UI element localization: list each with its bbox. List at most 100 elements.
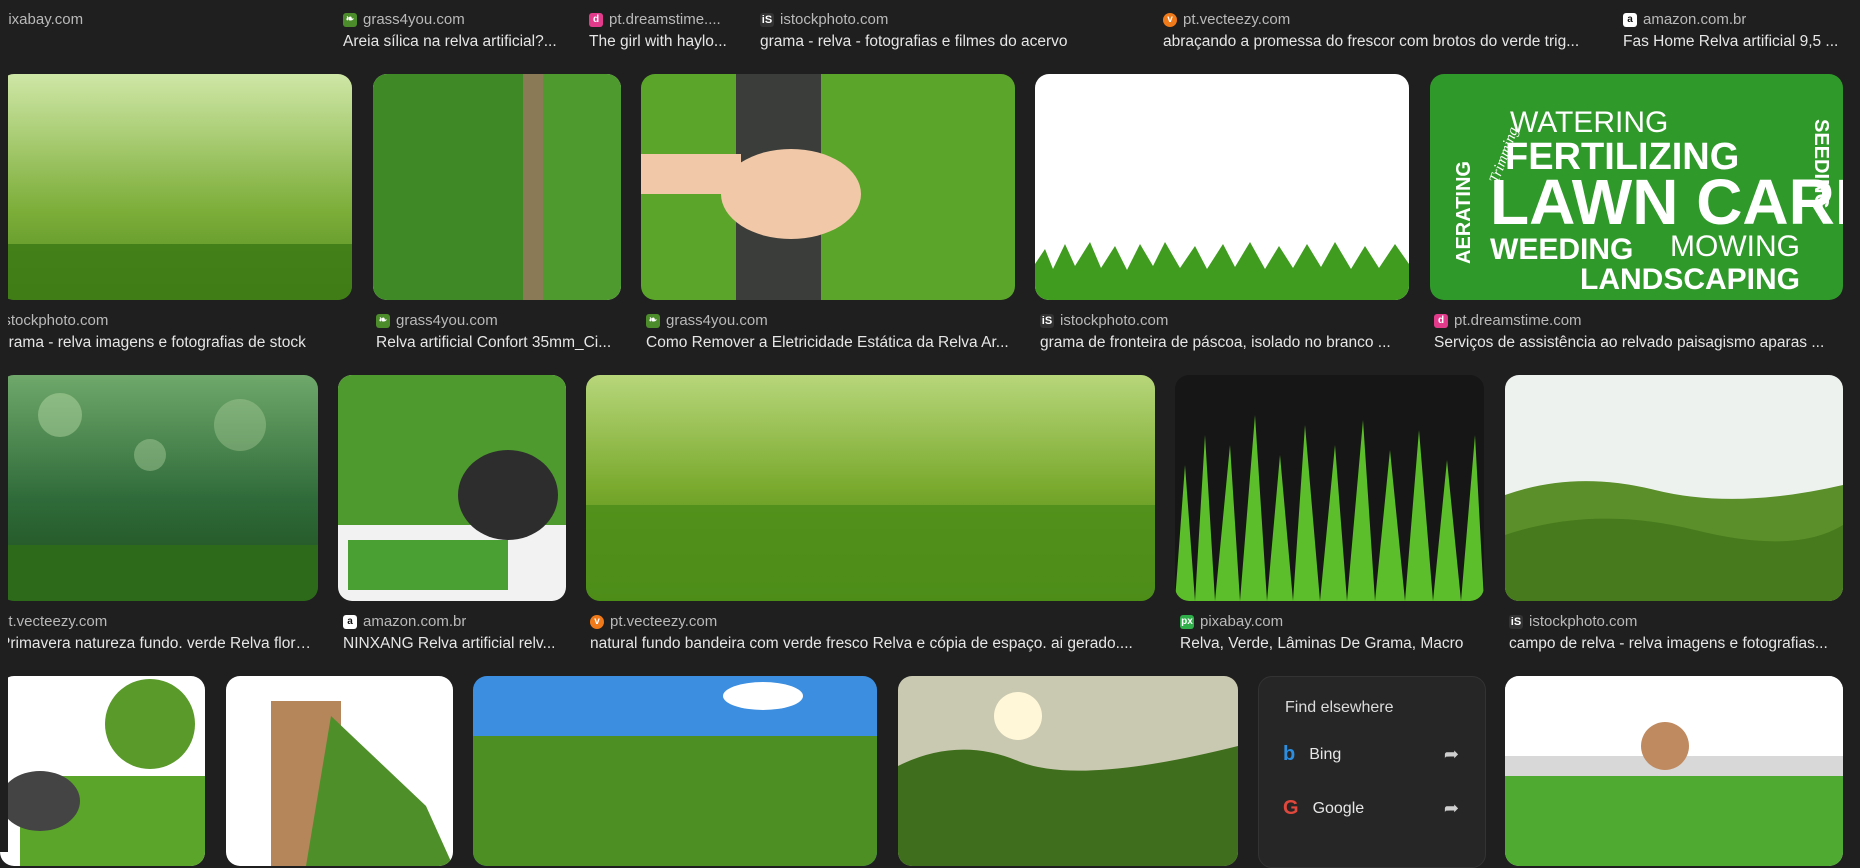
result-title-0-3[interactable]: grama - relva - fotografias e filmes do …	[760, 33, 1090, 51]
result-source-2-3[interactable]: px pixabay.com	[1180, 613, 1283, 630]
result-image-3-4[interactable]	[1505, 676, 1843, 866]
result-source-1-4[interactable]: d pt.dreamstime.com	[1434, 312, 1582, 329]
sod-roll-photo	[226, 676, 453, 866]
result-image-1-1[interactable]	[373, 74, 621, 300]
result-title-1-3[interactable]: grama de fronteira de páscoa, isolado no…	[1040, 334, 1410, 352]
result-title-1-4[interactable]: Serviços de assistência ao relvado paisa…	[1434, 334, 1846, 352]
source-label: amazon.com.br	[363, 613, 467, 630]
result-source-0-5[interactable]: a amazon.com.br	[1623, 11, 1746, 28]
grass-border-white-photo	[1035, 74, 1409, 300]
result-source-2-4[interactable]: iS istockphoto.com	[1509, 613, 1637, 630]
pixabay-icon: px	[1180, 614, 1194, 629]
result-title-2-1[interactable]: NINXANG Relva artificial relv...	[343, 635, 565, 653]
sunset-hills-photo	[898, 676, 1238, 866]
google-icon: G	[1283, 797, 1299, 819]
result-source-2-1[interactable]: a amazon.com.br	[343, 613, 466, 630]
result-image-2-0[interactable]	[0, 375, 318, 601]
result-image-1-3[interactable]	[1035, 74, 1409, 300]
spring-bokeh-grass-photo	[0, 375, 318, 601]
source-label: pixabay.com	[1200, 613, 1284, 630]
source-label: istockphoto.com	[780, 11, 889, 28]
result-source-0-2[interactable]: d pt.dreamstime....	[589, 11, 721, 28]
blurry-grass-photo	[0, 74, 352, 300]
result-title-2-0[interactable]: Primavera natureza fundo. verde Relva fl…	[0, 635, 316, 653]
source-label: pt.dreamstime.com	[1454, 312, 1582, 329]
ninxang-turf-roll-photo	[338, 375, 566, 601]
word-lawn-care: LAWN CARE	[1490, 166, 1843, 238]
word-aerating: AERATING	[1453, 161, 1475, 264]
find-elsewhere-title: Find elsewhere	[1285, 699, 1394, 716]
word-mowing: MOWING	[1670, 230, 1800, 263]
result-source-1-2[interactable]: ❧ grass4you.com	[646, 312, 768, 329]
source-label: pt.vecteezy.com	[1183, 11, 1291, 28]
result-image-1-4[interactable]: WATERING FERTILIZING LAWN CARE WEEDING M…	[1430, 74, 1843, 300]
source-label: istockphoto.com	[0, 312, 109, 329]
result-title-2-3[interactable]: Relva, Verde, Lâminas De Grama, Macro	[1180, 635, 1485, 653]
istock-icon: iS	[1509, 614, 1523, 629]
result-source-1-0[interactable]: istockphoto.com	[0, 312, 108, 329]
result-image-2-3[interactable]	[1175, 375, 1484, 601]
lawn-care-words-photo: WATERING FERTILIZING LAWN CARE WEEDING M…	[1430, 74, 1843, 300]
grass-blue-sky-photo	[473, 676, 877, 866]
green-hills-photo	[1505, 375, 1843, 601]
amazon-icon: a	[1623, 12, 1637, 27]
grass4you-icon: ❧	[343, 12, 357, 27]
source-label: grass4you.com	[396, 312, 498, 329]
result-image-2-1[interactable]	[338, 375, 566, 601]
result-image-3-3[interactable]	[898, 676, 1238, 866]
bing-icon: b	[1283, 743, 1296, 765]
word-seeding: SEEDING	[1810, 119, 1832, 209]
word-landscaping: LANDSCAPING	[1580, 263, 1800, 296]
result-image-3-1[interactable]	[226, 676, 453, 866]
left-edge	[0, 0, 8, 852]
result-image-2-4[interactable]	[1505, 375, 1843, 601]
result-image-2-2[interactable]	[586, 375, 1155, 601]
hand-rolling-turf-photo	[641, 74, 1015, 300]
source-label: grass4you.com	[666, 312, 768, 329]
result-image-1-0[interactable]	[0, 74, 352, 300]
source-label: pixabay.com	[0, 11, 84, 28]
result-image-3-2[interactable]	[473, 676, 877, 866]
dreamstime-icon: d	[1434, 313, 1448, 328]
result-title-2-2[interactable]: natural fundo bandeira com verde fresco …	[590, 635, 1154, 653]
source-label: grass4you.com	[363, 11, 465, 28]
result-title-1-0[interactable]: grama - relva imagens e fotografias de s…	[0, 334, 350, 352]
result-title-0-5[interactable]: Fas Home Relva artificial 9,5 ...	[1623, 33, 1843, 51]
word-watering: WATERING	[1510, 106, 1668, 139]
find-elsewhere-panel: Find elsewhere b Bing ➦ G Google ➦	[1258, 676, 1486, 868]
grass4you-icon: ❧	[376, 313, 390, 328]
word-weeding: WEEDING	[1490, 233, 1633, 266]
result-source-2-2[interactable]: v pt.vecteezy.com	[590, 613, 717, 630]
result-source-0-0[interactable]: pixabay.com	[0, 11, 83, 28]
result-title-0-4[interactable]: abraçando a promessa do frescor com brot…	[1163, 33, 1598, 51]
find-in-bing[interactable]: b Bing ➦	[1283, 743, 1459, 766]
vecteezy-icon: v	[1163, 12, 1177, 27]
result-source-1-1[interactable]: ❧ grass4you.com	[376, 312, 498, 329]
source-label: istockphoto.com	[1529, 613, 1638, 630]
dreamstime-icon: d	[589, 12, 603, 27]
result-title-2-4[interactable]: campo de relva - relva imagens e fotogra…	[1509, 635, 1842, 653]
result-source-0-3[interactable]: iS istockphoto.com	[760, 11, 888, 28]
result-source-1-3[interactable]: iS istockphoto.com	[1040, 312, 1168, 329]
result-title-1-2[interactable]: Como Remover a Eletricidade Estática da …	[646, 334, 1016, 352]
result-image-3-0[interactable]	[0, 676, 205, 866]
istock-icon: iS	[760, 12, 774, 27]
result-source-0-1[interactable]: ❧ grass4you.com	[343, 11, 465, 28]
turf-roll-with-sample-photo	[0, 676, 205, 866]
find-in-google[interactable]: G Google ➦	[1283, 797, 1459, 820]
result-image-1-2[interactable]	[641, 74, 1015, 300]
result-title-0-2[interactable]: The girl with haylo...	[589, 33, 735, 51]
source-label: pt.dreamstime....	[609, 11, 721, 28]
vecteezy-icon: v	[590, 614, 604, 629]
share-arrow-icon: ➦	[1443, 798, 1459, 818]
source-label: istockphoto.com	[1060, 312, 1169, 329]
fresh-grass-banner-photo	[586, 375, 1155, 601]
source-label: amazon.com.br	[1643, 11, 1747, 28]
source-label: pt.vecteezy.com	[610, 613, 718, 630]
amazon-icon: a	[343, 614, 357, 629]
result-title-0-1[interactable]: Areia sílica na relva artificial?...	[343, 33, 565, 51]
result-source-2-0[interactable]: pt.vecteezy.com	[0, 613, 107, 630]
result-source-0-4[interactable]: v pt.vecteezy.com	[1163, 11, 1290, 28]
girl-on-grass-photo	[1505, 676, 1843, 866]
result-title-1-1[interactable]: Relva artificial Confort 35mm_Ci...	[376, 334, 620, 352]
